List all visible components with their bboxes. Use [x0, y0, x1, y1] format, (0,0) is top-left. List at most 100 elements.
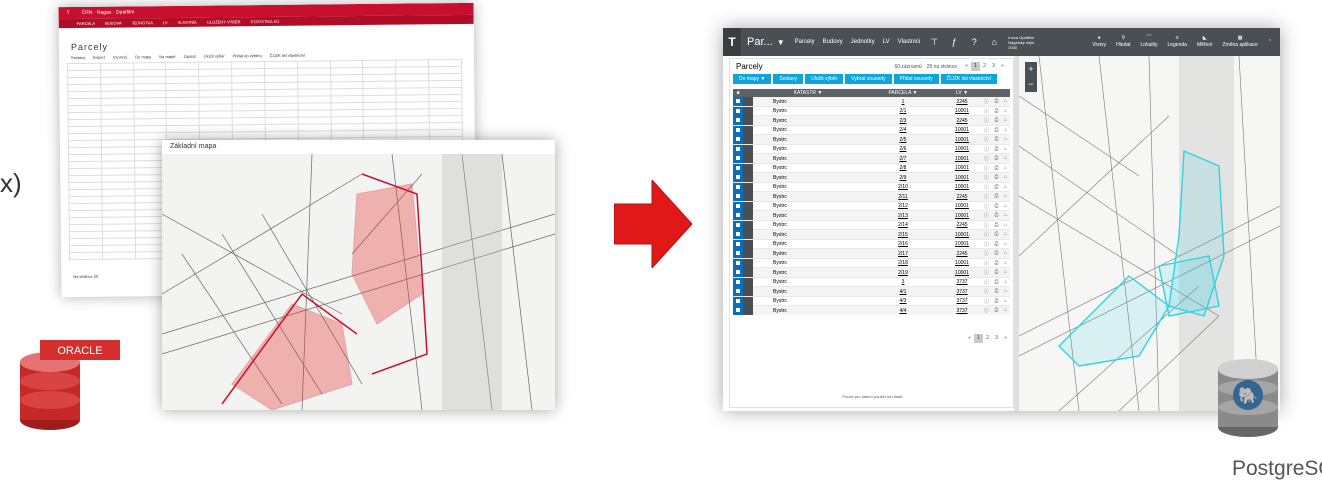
print-icon[interactable]: ⎙ [994, 222, 998, 229]
table-row[interactable]: Bystrc2/172245ⓘ⎙⌂▾ [733, 249, 1013, 259]
info-icon[interactable]: ⓘ [984, 241, 989, 248]
building-icon[interactable]: ⌂ [1004, 222, 1007, 229]
page-2-bottom[interactable]: 2 [983, 334, 992, 343]
per-page[interactable]: 25 na stránce [927, 64, 957, 70]
cell-lv[interactable]: 2245 [943, 118, 981, 124]
table-row[interactable]: Bystrc2/1910001ⓘ⎙⌂▾ [733, 268, 1013, 278]
cell-lv[interactable]: 10001 [943, 260, 981, 266]
building-icon[interactable]: ⌂ [1004, 250, 1007, 257]
building-icon[interactable]: ⌂ [1004, 108, 1007, 115]
row-expand[interactable] [743, 106, 753, 116]
row-expand[interactable] [743, 268, 753, 277]
row-checkbox[interactable] [733, 220, 743, 230]
tool-measure[interactable]: ◣ Měření [1197, 35, 1213, 49]
print-icon[interactable]: ⎙ [994, 184, 998, 191]
row-expand[interactable] [743, 258, 753, 268]
print-icon[interactable]: ⎙ [994, 174, 998, 181]
print-icon[interactable]: ⎙ [994, 250, 998, 257]
print-icon[interactable]: ⎙ [994, 241, 998, 248]
info-icon[interactable]: ⓘ [984, 222, 989, 229]
building-icon[interactable]: ⌂ [1004, 193, 1007, 200]
page-2[interactable]: 2 [980, 62, 989, 71]
cell-lv[interactable]: 10001 [943, 203, 981, 209]
info-icon[interactable]: ⓘ [984, 279, 989, 286]
add-neighbors-button[interactable]: Přidat sousedy [893, 74, 939, 84]
print-icon[interactable]: ⎙ [994, 298, 998, 305]
cell-lv[interactable]: 10001 [943, 241, 981, 247]
info-icon[interactable]: ⓘ [984, 155, 989, 162]
row-expand[interactable] [743, 296, 753, 306]
row-checkbox[interactable] [733, 116, 743, 125]
info-icon[interactable]: ⓘ [984, 307, 989, 314]
tool-legend[interactable]: ≡ Legenda [1167, 35, 1186, 49]
print-icon[interactable]: ⎙ [994, 155, 998, 162]
info-icon[interactable]: ⓘ [984, 127, 989, 134]
row-expand[interactable] [743, 97, 753, 106]
building-icon[interactable]: ⌂ [1004, 212, 1007, 219]
app-title-dropdown-icon[interactable]: ▼ [777, 38, 785, 47]
building-icon[interactable]: ⌂ [1004, 174, 1007, 181]
page-prev-bottom[interactable]: « [965, 334, 974, 343]
print-icon[interactable]: ⎙ [994, 98, 998, 105]
row-checkbox[interactable] [733, 182, 743, 192]
row-checkbox[interactable] [733, 163, 743, 173]
select-neighbors-button[interactable]: Vybrat sousedy [845, 74, 892, 84]
cell-parcela[interactable]: 2/4 [863, 127, 943, 133]
table-row[interactable]: Bystrc2/710001ⓘ⎙⌂▾ [733, 154, 1013, 164]
table-row[interactable]: Bystrc2/1010001ⓘ⎙⌂▾ [733, 182, 1013, 192]
print-icon[interactable]: ⎙ [994, 108, 998, 115]
app-logo-icon[interactable]: T [723, 28, 741, 56]
building-icon[interactable]: ⌂ [1004, 117, 1007, 124]
info-icon[interactable]: ⓘ [984, 260, 989, 267]
row-checkbox[interactable] [733, 306, 743, 315]
row-checkbox[interactable] [733, 211, 743, 220]
table-row[interactable]: Bystrc33737ⓘ⎙⌂▾ [733, 277, 1013, 287]
row-expand[interactable] [743, 211, 753, 220]
page-3[interactable]: 3 [989, 62, 998, 71]
col-parcela[interactable]: PARCELA ▼ [863, 90, 943, 96]
row-checkbox[interactable] [733, 125, 743, 135]
table-row[interactable]: Bystrc2/910001ⓘ⎙⌂▾ [733, 173, 1013, 183]
print-icon[interactable]: ⎙ [994, 307, 998, 314]
cell-lv[interactable]: 10001 [943, 127, 981, 133]
table-row[interactable]: Bystrc2/410001ⓘ⎙⌂▾ [733, 125, 1013, 135]
row-expand[interactable] [743, 163, 753, 173]
filter-icon[interactable]: ⊤ [928, 36, 940, 48]
nav-lv[interactable]: LV [883, 39, 890, 45]
cell-parcela[interactable]: 4/4 [863, 308, 943, 314]
cell-parcela[interactable]: 2/6 [863, 146, 943, 152]
cell-lv[interactable]: 10001 [943, 156, 981, 162]
col-katastr[interactable]: KATASTR ▼ [753, 90, 863, 96]
print-icon[interactable]: ⎙ [994, 288, 998, 295]
row-expand[interactable] [743, 182, 753, 192]
row-checkbox[interactable] [733, 296, 743, 306]
select-all-checkbox[interactable]: ■ [733, 90, 743, 96]
building-icon[interactable]: ⌂ [1004, 98, 1007, 105]
print-icon[interactable]: ⎙ [994, 146, 998, 153]
cell-lv[interactable]: 10001 [943, 108, 981, 114]
page-prev[interactable]: « [962, 62, 971, 71]
print-icon[interactable]: ⎙ [994, 269, 998, 276]
building-icon[interactable]: ⌂ [1004, 146, 1007, 153]
print-icon[interactable]: ⎙ [994, 203, 998, 210]
print-icon[interactable]: ⎙ [994, 260, 998, 267]
row-expand[interactable] [743, 249, 753, 258]
cell-lv[interactable]: 10001 [943, 165, 981, 171]
cell-lv[interactable]: 3737 [943, 279, 981, 285]
table-row[interactable]: Bystrc2/1210001ⓘ⎙⌂▾ [733, 201, 1013, 211]
table-row[interactable]: Bystrc4/13737ⓘ⎙⌂▾ [733, 287, 1013, 297]
table-row[interactable]: Bystrc2/610001ⓘ⎙⌂▾ [733, 144, 1013, 154]
building-icon[interactable]: ⌂ [1004, 184, 1007, 191]
table-row[interactable]: Bystrc2/1510001ⓘ⎙⌂▾ [733, 230, 1013, 240]
nav-vlastnici[interactable]: Vlastníci [898, 39, 921, 45]
table-row[interactable]: Bystrc2/142245ⓘ⎙⌂▾ [733, 220, 1013, 230]
row-checkbox[interactable] [733, 135, 743, 144]
table-row[interactable]: Bystrc2/1610001ⓘ⎙⌂▾ [733, 239, 1013, 249]
cell-lv[interactable]: 3737 [943, 298, 981, 304]
nav-budovy[interactable]: Budovy [823, 39, 843, 45]
building-icon[interactable]: ⌂ [1004, 279, 1007, 286]
help-icon[interactable]: ? [968, 36, 980, 48]
building-icon[interactable]: ⌂ [1004, 165, 1007, 172]
page-3-bottom[interactable]: 3 [992, 334, 1001, 343]
row-checkbox[interactable] [733, 192, 743, 201]
